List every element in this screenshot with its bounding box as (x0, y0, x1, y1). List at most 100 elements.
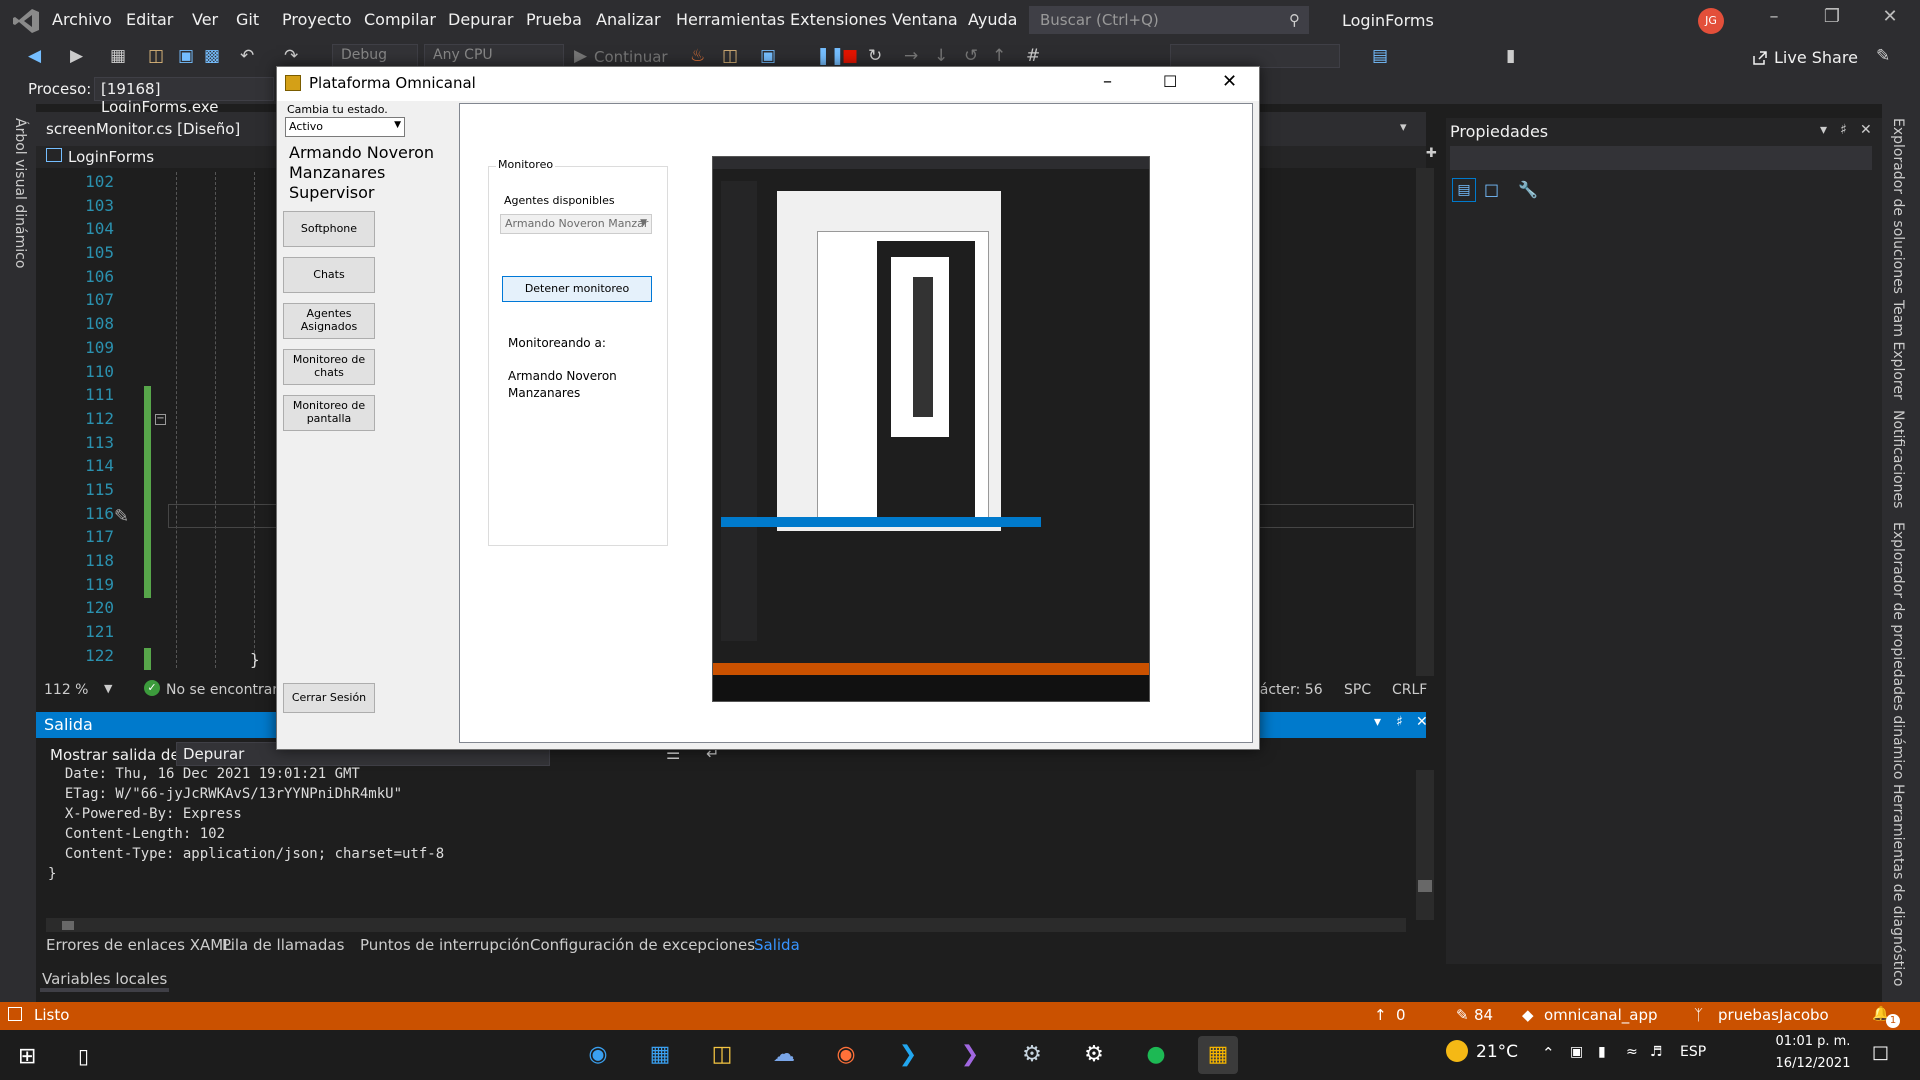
new-project-icon[interactable]: ▦ (110, 46, 126, 66)
spotify-icon[interactable]: ● (1136, 1036, 1176, 1074)
clock-time[interactable]: 01:01 p. m. (1758, 1034, 1868, 1049)
input-language[interactable]: ESP (1680, 1044, 1706, 1060)
assigned-agents-button[interactable]: Agentes Asignados (283, 303, 375, 339)
redo-icon[interactable]: ↷ (284, 46, 298, 66)
screen-monitoring-button[interactable]: Monitoreo de pantalla (283, 395, 375, 431)
open-folder-icon[interactable]: ◫ (148, 46, 164, 66)
categorized-icon[interactable]: ▤ (1452, 178, 1476, 202)
agent-select[interactable]: Armando Noveron Manzar ▼ (500, 214, 652, 234)
properties-pin-icon[interactable]: ♯ (1840, 122, 1847, 138)
wifi-icon[interactable]: ≈ (1626, 1044, 1638, 1060)
bookmark-icon[interactable]: ▮ (1506, 46, 1515, 66)
pin-icon[interactable]: ♯ (1396, 714, 1403, 730)
save-all-icon[interactable]: ▩ (204, 46, 220, 66)
bottom-tab[interactable]: Errores de enlaces XAML (46, 936, 232, 954)
editor-nav-project[interactable]: LoginForms (68, 148, 154, 166)
repo-name[interactable]: omnicanal_app (1544, 1006, 1658, 1024)
weather-icon[interactable] (1446, 1040, 1468, 1062)
branch-name[interactable]: pruebasJacobo (1718, 1006, 1829, 1024)
menu-5[interactable]: Compilar (364, 10, 436, 29)
output-vscroll[interactable] (1416, 770, 1434, 920)
stop-icon[interactable]: ■ (842, 46, 858, 66)
menu-10[interactable]: Extensiones (790, 10, 887, 29)
live-property-explorer-tab[interactable]: Explorador de propiedades dinámico (1890, 522, 1906, 779)
tab-locals[interactable]: Variables locales (40, 970, 170, 992)
tray-device-icon[interactable]: ▣ (1570, 1044, 1583, 1060)
file-explorer-icon[interactable]: ◫ (702, 1036, 742, 1074)
solution-explorer-icon[interactable]: ▤ (1372, 46, 1388, 66)
line-ending[interactable]: CRLF (1392, 682, 1427, 698)
step-out-icon[interactable]: ↑ (992, 46, 1006, 66)
attach-icon[interactable]: ◫ (722, 46, 738, 66)
menu-3[interactable]: Git (236, 10, 259, 29)
vscode-icon[interactable]: ❯ (888, 1036, 928, 1074)
alphabetical-icon[interactable]: □ (1484, 180, 1499, 199)
live-visual-tree-tab[interactable]: Árbol visual dinámico (12, 118, 28, 268)
stop-monitoring-button[interactable]: Detener monitoreo (502, 276, 652, 302)
target-select[interactable] (1170, 44, 1340, 68)
chat-monitoring-button[interactable]: Monitoreo de chats (283, 349, 375, 385)
menu-1[interactable]: Editar (126, 10, 173, 29)
output-hscroll[interactable] (46, 918, 1406, 932)
tab-overflow-icon[interactable]: ▾ (1400, 120, 1407, 135)
live-share-icon[interactable] (1752, 50, 1768, 66)
state-chevron-down-icon[interactable]: ▼ (394, 120, 401, 130)
menu-2[interactable]: Ver (192, 10, 218, 29)
properties-object-select[interactable] (1450, 146, 1872, 170)
battery-icon[interactable]: ▮ (1598, 1044, 1606, 1060)
diagnostic-tools-tab[interactable]: Herramientas de diagnóstico (1890, 784, 1906, 986)
logout-button[interactable]: Cerrar Sesión (283, 683, 375, 713)
window-close-icon[interactable]: ✕ (1222, 71, 1237, 92)
output-dropdown-icon[interactable]: ▾ (1374, 714, 1381, 730)
form-app-icon[interactable]: ▦ (1198, 1036, 1238, 1074)
step-back-icon[interactable]: ↺ (964, 46, 978, 66)
continue-button-label[interactable]: Continuar (594, 48, 668, 66)
hot-reload-icon[interactable]: ♨ (690, 46, 705, 66)
clock-date[interactable]: 16/12/2021 (1758, 1056, 1868, 1071)
search-input[interactable]: Buscar (Ctrl+Q) ⚲ (1029, 6, 1309, 34)
save-icon[interactable]: ▣ (178, 46, 194, 66)
task-view-icon[interactable]: ▯ (78, 1044, 89, 1068)
properties-close-icon[interactable]: ✕ (1860, 122, 1872, 138)
action-center-icon[interactable]: □ (1872, 1042, 1889, 1063)
whitespace-mode[interactable]: SPC (1344, 682, 1371, 698)
bottom-tab[interactable]: Puntos de interrupción (360, 936, 530, 954)
collapse-icon[interactable]: − (155, 414, 166, 425)
output-vscroll-thumb[interactable] (1418, 880, 1432, 892)
agent-chevron-down-icon[interactable]: ▼ (640, 218, 647, 228)
close-icon[interactable]: ✕ (1870, 6, 1910, 27)
avatar[interactable]: JG (1698, 8, 1724, 34)
store-icon[interactable]: ▦ (640, 1036, 680, 1074)
push-count[interactable]: 0 (1396, 1006, 1406, 1024)
state-select[interactable]: Activo ▼ (285, 117, 405, 137)
visual-studio-icon[interactable]: ❯ (950, 1036, 990, 1074)
restore-icon[interactable]: ❐ (1812, 6, 1852, 27)
temperature[interactable]: 21°C (1476, 1042, 1518, 1062)
zoom-select[interactable]: 112 % (44, 682, 88, 698)
undo-icon[interactable]: ↶ (240, 46, 254, 66)
bottom-tab[interactable]: Configuración de excepciones (530, 936, 755, 954)
edge-icon[interactable]: ◉ (578, 1036, 618, 1074)
tray-chevron-icon[interactable]: ⌃ (1542, 1044, 1555, 1062)
bottom-tab[interactable]: Salida (754, 936, 800, 954)
firefox-icon[interactable]: ◉ (826, 1036, 866, 1074)
step-over-icon[interactable]: → (904, 46, 918, 66)
chats-button[interactable]: Chats (283, 257, 375, 293)
windows-start-icon[interactable]: ⊞ (18, 1044, 36, 1069)
platform-select[interactable]: Any CPU (424, 44, 564, 68)
document-tab[interactable]: screenMonitor.cs [Diseño] (36, 118, 276, 142)
process-select[interactable]: [19168] LoginForms.exe (94, 77, 274, 116)
properties-dropdown-icon[interactable]: ▾ (1820, 122, 1827, 138)
split-icon[interactable]: ✚ (1426, 146, 1437, 161)
step-into-icon[interactable]: ↓ (934, 46, 948, 66)
output-hscroll-thumb[interactable] (62, 921, 74, 930)
volume-icon[interactable]: ♬ (1650, 1044, 1663, 1060)
screenshot-icon[interactable]: ▣ (760, 46, 776, 66)
back-icon[interactable]: ◀ (28, 46, 41, 66)
search-icon[interactable]: ⚲ (1289, 11, 1300, 29)
live-share-button[interactable]: Live Share (1774, 48, 1858, 67)
config-select[interactable]: Debug (332, 44, 418, 68)
bottom-tab[interactable]: Pila de llamadas (222, 936, 344, 954)
caret-position[interactable]: rácter: 56 (1254, 682, 1323, 698)
minimize-icon[interactable]: – (1754, 6, 1794, 27)
